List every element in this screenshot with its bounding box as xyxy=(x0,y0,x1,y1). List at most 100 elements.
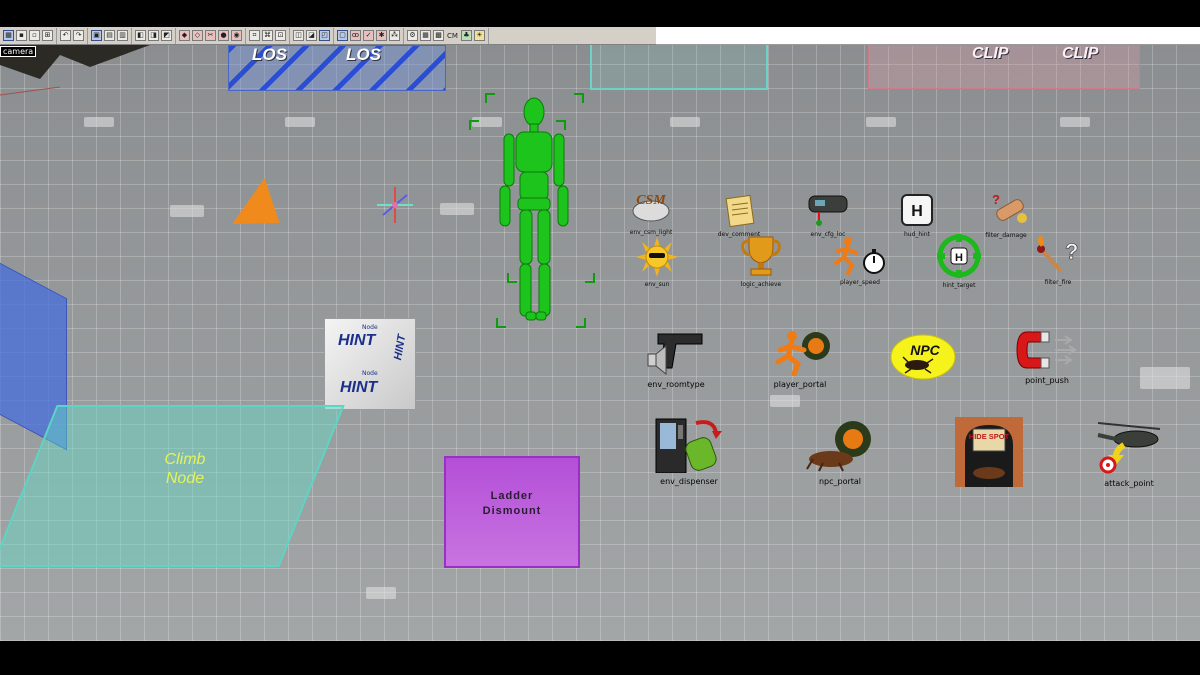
select-objects-icon[interactable]: ▤ xyxy=(104,30,115,41)
bbox-corner-tl2 xyxy=(469,120,479,130)
bbox-corner-tr xyxy=(574,93,584,103)
runner-stopwatch-icon xyxy=(834,237,885,275)
h-key-icon: H xyxy=(901,194,933,226)
cordon-icon[interactable]: ▢ xyxy=(337,30,348,41)
toolbar-empty-area xyxy=(656,27,1200,45)
climb-node-label: Climb Node xyxy=(130,450,240,488)
grid-view-button[interactable]: ▦ xyxy=(3,30,14,41)
undo-icon[interactable]: ↶ xyxy=(60,30,71,41)
ladder-dismount-label: Ladder Dismount xyxy=(444,489,580,519)
entity-hud-hint[interactable]: H hud_hint xyxy=(892,193,942,239)
entity-filter-damage[interactable]: ? filter_damage xyxy=(974,190,1038,240)
stop-icon[interactable]: ◉ xyxy=(231,30,242,41)
entity-label: env_dispenser xyxy=(660,477,718,486)
redo-icon[interactable]: ↷ xyxy=(73,30,84,41)
entity-player-portal[interactable]: player_portal xyxy=(764,328,836,390)
leaf-icon[interactable]: ♣ xyxy=(460,30,472,41)
target-icon-text: H xyxy=(955,252,963,264)
3d-viewport[interactable]: camera LOS LOS CLIP CLIP Node HINT Node … xyxy=(0,45,1200,641)
letterbox-top xyxy=(0,0,1200,27)
match-icon: ? xyxy=(1037,235,1079,273)
npc-bug-icon: NPC xyxy=(890,334,956,380)
grid-larger-icon[interactable]: ▫ xyxy=(29,30,40,41)
entity-label: player_portal xyxy=(773,380,827,389)
show-icon[interactable]: ◪ xyxy=(306,30,317,41)
entity-env-sun[interactable]: env_sun xyxy=(630,237,684,289)
select-groups-icon[interactable]: ▣ xyxy=(91,30,102,41)
npc-icon-text: NPC xyxy=(910,342,940,358)
note-icon xyxy=(725,194,755,228)
misc-group: ⚙ ▦ ▩ CM ♣ ☀ xyxy=(404,27,489,44)
load-pointfile-icon[interactable]: ⁂ xyxy=(389,30,400,41)
grid-3d-icon[interactable]: ▦ xyxy=(420,30,431,41)
entity-report-icon[interactable]: ✱ xyxy=(376,30,387,41)
helicopter-icon xyxy=(1097,422,1161,474)
hint-node-small-label-2: Node xyxy=(362,370,378,377)
autovis-icon[interactable]: ◰ xyxy=(319,30,330,41)
h-key-text: H xyxy=(911,203,923,220)
hollow-icon[interactable]: ◇ xyxy=(192,30,203,41)
select-solids-icon[interactable]: ▥ xyxy=(117,30,128,41)
entity-env-roomtype[interactable]: env_roomtype xyxy=(640,328,712,390)
los-label-1: LOS xyxy=(252,45,287,64)
entity-env-cfg-loc[interactable]: env_cfg_loc xyxy=(800,190,856,239)
csm-icon: CSM xyxy=(632,193,670,222)
group-icon[interactable]: ⌗ xyxy=(249,30,260,41)
run-map-icon[interactable]: ꝏ xyxy=(350,30,361,41)
entity-hide-spot[interactable]: HIDE SPOT xyxy=(954,417,1024,491)
entity-label: env_sun xyxy=(644,281,670,288)
sun-icon xyxy=(636,237,678,277)
hint-node-small-label-1: Node xyxy=(362,324,378,331)
entity-player-speed[interactable]: player_speed xyxy=(830,235,890,287)
csm-icon-text: CSM xyxy=(636,193,666,208)
entity-dev-comment[interactable]: dev_comment xyxy=(714,194,764,239)
pistol-speaker-icon xyxy=(647,333,703,376)
cubemap-label[interactable]: CM xyxy=(447,32,458,40)
texture-lock-icon[interactable]: ◧ xyxy=(135,30,146,41)
clip-label-2: CLIP xyxy=(1062,45,1099,62)
entity-label: env_csm_light xyxy=(629,229,673,236)
entity-logic-achieve[interactable]: logic_achieve xyxy=(728,235,794,289)
entity-attack-point[interactable]: attack_point xyxy=(1088,415,1170,489)
clip-icon[interactable]: ✂ xyxy=(205,30,216,41)
entity-npc-marker[interactable]: NPC xyxy=(888,333,958,385)
check-map-icon[interactable]: ✓ xyxy=(363,30,374,41)
runner-portal-icon xyxy=(775,331,830,377)
texture-align-icon[interactable]: ◩ xyxy=(161,30,172,41)
entity-point-push[interactable]: point_push xyxy=(1012,328,1082,386)
ungroup-icon[interactable]: ⌘ xyxy=(262,30,273,41)
vending-machine-icon xyxy=(655,418,722,474)
ladder-dismount-label-line-2: Dismount xyxy=(482,505,542,517)
player-start-figure[interactable] xyxy=(486,94,582,326)
texture-group: ◧ ◨ ◩ xyxy=(132,27,176,44)
vertex-icon[interactable]: ● xyxy=(218,30,229,41)
climb-node-label-line-1: Climb xyxy=(164,451,206,468)
bbox-corner-br2 xyxy=(576,318,586,328)
instance-icon[interactable]: ⚙ xyxy=(407,30,418,41)
hammer-editor-window: ▦ ▪ ▫ ⊞ ↶ ↷ ▣ ▤ ▥ ◧ ◨ ◩ ◆ ◇ ✂ ● ◉ ⌗ ⌘ ⊡ … xyxy=(0,0,1200,675)
visibility-group: ◫ ◪ ◰ xyxy=(290,27,334,44)
letterbox-bottom xyxy=(0,641,1200,675)
entity-env-csm-light[interactable]: CSM env_csm_light xyxy=(620,189,682,237)
trigger-volume[interactable] xyxy=(590,45,768,90)
view-grid-group: ▦ ▪ ▫ ⊞ xyxy=(0,27,57,44)
light-preview-icon[interactable]: ☀ xyxy=(473,30,485,41)
texture-scale-lock-icon[interactable]: ◨ xyxy=(148,30,159,41)
hide-icon[interactable]: ◫ xyxy=(293,30,304,41)
grid-snap-icon[interactable]: ⊞ xyxy=(42,30,53,41)
gun-loc-icon xyxy=(808,195,848,226)
group-ops-group: ⌗ ⌘ ⊡ xyxy=(246,27,290,44)
entity-filter-fire[interactable]: ? filter_fire xyxy=(1030,235,1086,287)
climb-node-label-line-2: Node xyxy=(165,470,205,487)
carve-icon[interactable]: ◆ xyxy=(179,30,190,41)
entity-npc-portal[interactable]: npc_portal xyxy=(800,419,880,487)
compile-group: ▢ ꝏ ✓ ✱ ⁂ xyxy=(334,27,404,44)
tools-group: ◆ ◇ ✂ ● ◉ xyxy=(176,27,246,44)
grid-smaller-icon[interactable]: ▪ xyxy=(16,30,27,41)
entity-hint-target[interactable]: H hint_target xyxy=(926,234,992,290)
entity-env-dispenser[interactable]: env_dispenser xyxy=(646,417,732,487)
camera-icon[interactable]: ▩ xyxy=(433,30,444,41)
origin-gizmo[interactable] xyxy=(375,185,415,225)
hide-spot-text: HIDE SPOT xyxy=(969,432,1010,441)
tie-to-entity-icon[interactable]: ⊡ xyxy=(275,30,286,41)
